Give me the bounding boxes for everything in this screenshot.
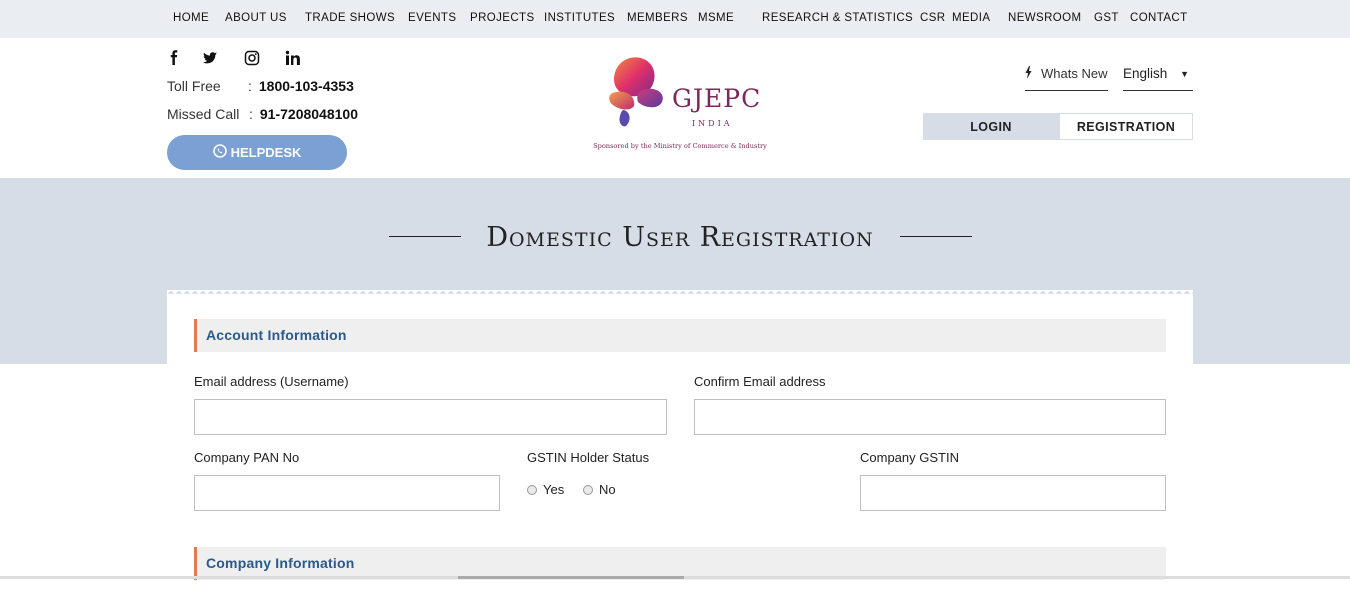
toll-free-line: Toll Free:1800-103-4353 — [167, 78, 354, 94]
gstin-no-label: No — [599, 482, 616, 497]
gstin-yes-option[interactable]: Yes — [527, 482, 564, 497]
chevron-down-icon: ▼ — [1180, 69, 1189, 79]
toll-free-separator: : — [248, 78, 252, 94]
nav-item-media[interactable]: MEDIA — [952, 12, 990, 24]
gstin-no-option[interactable]: No — [583, 482, 616, 497]
email-label: Email address (Username) — [194, 374, 349, 389]
section-header-account: Account Information — [194, 319, 1166, 352]
section-title-account: Account Information — [206, 327, 347, 343]
gjepc-logo[interactable]: GJEPC INDIA Sponsored by the Ministry of… — [588, 54, 772, 154]
nav-item-msme[interactable]: MSME — [698, 12, 734, 24]
login-button[interactable]: LOGIN — [923, 113, 1059, 140]
nav-item-newsroom[interactable]: NEWSROOM — [1008, 12, 1081, 24]
missed-call-label: Missed Call — [167, 106, 240, 122]
helpdesk-button[interactable]: HELPDESK — [167, 135, 347, 170]
nav-item-gst[interactable]: GST — [1094, 12, 1119, 24]
confirm-email-label: Confirm Email address — [694, 374, 826, 389]
nav-item-contact[interactable]: CONTACT — [1130, 12, 1188, 24]
title-divider-right — [900, 236, 972, 237]
gstin-label: Company GSTIN — [860, 450, 959, 465]
nav-item-events[interactable]: EVENTS — [408, 12, 456, 24]
toll-free-number: 1800-103-4353 — [258, 78, 354, 94]
headset-icon — [212, 144, 227, 161]
toll-free-label: Toll Free — [167, 78, 221, 94]
missed-call-number: 91-7208048100 — [259, 106, 358, 122]
email-field[interactable] — [194, 399, 667, 435]
missed-call-line: Missed Call:91-7208048100 — [167, 106, 358, 122]
lightning-icon — [1025, 66, 1032, 82]
instagram-icon[interactable] — [244, 50, 260, 66]
gstin-yes-radio[interactable] — [527, 484, 537, 495]
language-value: English — [1123, 66, 1168, 81]
missed-call-separator: : — [249, 106, 253, 122]
whats-new-label: Whats New — [1041, 66, 1108, 81]
card-scalloped-edge — [167, 290, 1193, 294]
logo-tagline: Sponsored by the Ministry of Commerce & … — [593, 142, 767, 150]
twitter-icon[interactable] — [202, 50, 218, 66]
nav-item-projects[interactable]: PROJECTS — [470, 12, 535, 24]
butterfly-logo-icon — [609, 57, 663, 127]
nav-item-home[interactable]: HOME — [173, 12, 209, 24]
gstin-yes-label: Yes — [543, 482, 565, 497]
nav-item-institutes[interactable]: INSTITUTES — [544, 12, 615, 24]
registration-button[interactable]: REGISTRATION — [1059, 113, 1193, 140]
registration-form: Account Information Email address (Usern… — [167, 290, 1193, 590]
nav-item-csr[interactable]: CSR — [920, 12, 945, 24]
site-header: Toll Free:1800-103-4353 Missed Call:91-7… — [0, 38, 1350, 178]
nav-item-trade-shows[interactable]: TRADE SHOWS — [305, 12, 395, 24]
nav-item-about-us[interactable]: ABOUT US — [225, 12, 287, 24]
gstin-field[interactable] — [860, 475, 1166, 511]
helpdesk-label: HELPDESK — [230, 145, 302, 160]
language-select[interactable]: English ▼ — [1123, 66, 1193, 91]
linkedin-icon[interactable] — [285, 50, 301, 66]
nav-item-research-statistics[interactable]: RESEARCH & STATISTICS — [762, 12, 913, 24]
logo-sub-text: INDIA — [692, 119, 733, 128]
facebook-icon[interactable] — [166, 50, 182, 66]
section-title-company: Company Information — [206, 555, 355, 571]
logo-brand-text: GJEPC — [672, 84, 762, 113]
confirm-email-field[interactable] — [694, 399, 1166, 435]
whats-new-link[interactable]: Whats New — [1025, 66, 1108, 91]
gstin-status-label: GSTIN Holder Status — [527, 450, 650, 465]
page-title: Domestic User Registration — [486, 222, 874, 253]
top-navigation: HOME ABOUT US TRADE SHOWS EVENTS PROJECT… — [0, 0, 1350, 38]
title-divider-left — [389, 236, 461, 237]
pan-label: Company PAN No — [194, 450, 300, 465]
nav-item-members[interactable]: MEMBERS — [627, 12, 688, 24]
gstin-no-radio[interactable] — [583, 484, 593, 495]
pan-field[interactable] — [194, 475, 500, 511]
